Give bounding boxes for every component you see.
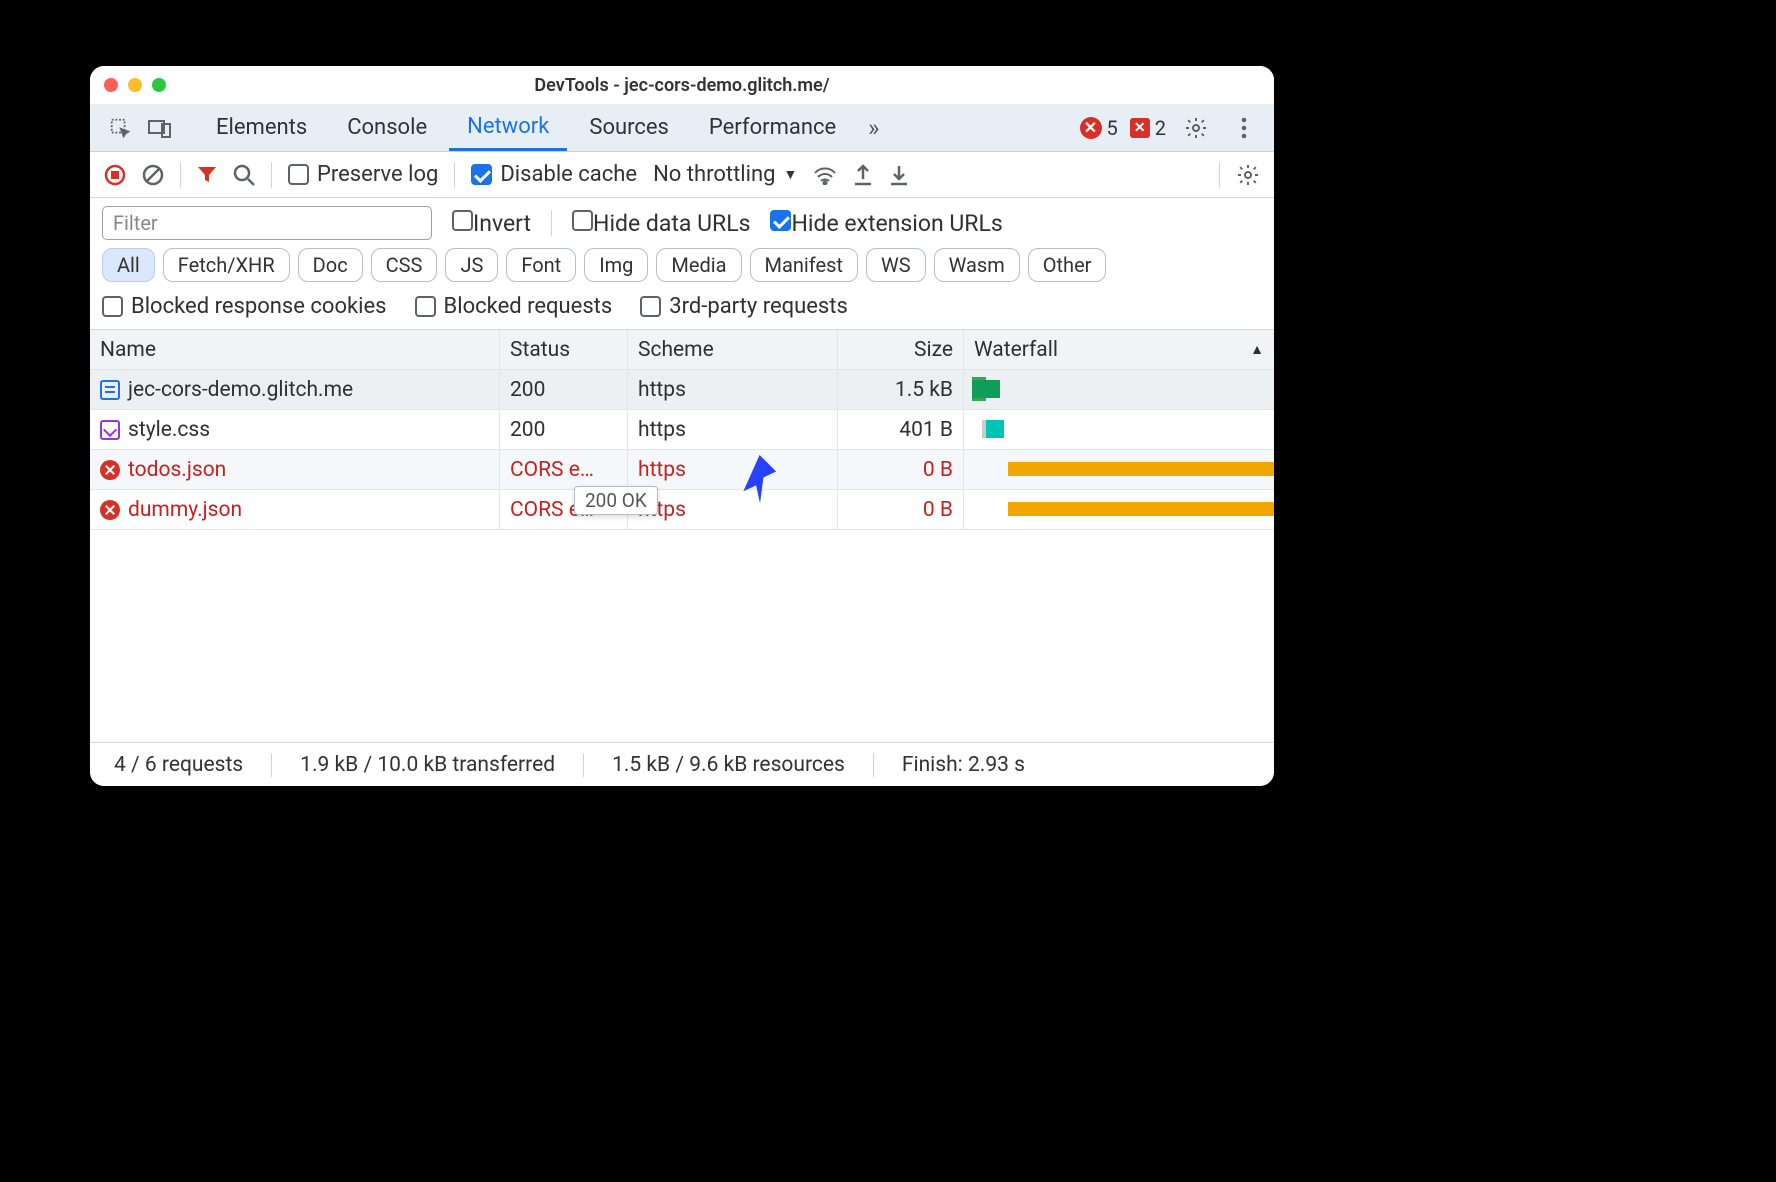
footer-transferred: 1.9 kB / 10.0 kB transferred (300, 753, 555, 777)
blocked-requests-checkbox[interactable]: Blocked requests (415, 294, 613, 319)
clear-button[interactable] (142, 164, 164, 186)
filter-icon[interactable] (197, 165, 217, 185)
resource-type-filter: All Fetch/XHR Doc CSS JS Font Img Media … (90, 246, 1274, 292)
request-table: Name Status Scheme Size Waterfall ▲ jec-… (90, 329, 1274, 530)
col-status[interactable]: Status (500, 330, 628, 369)
third-party-checkbox[interactable]: 3rd-party requests (640, 294, 848, 319)
table-row[interactable]: jec-cors-demo.glitch.me 200 https 1.5 kB (90, 370, 1274, 410)
filter-pill-css[interactable]: CSS (371, 248, 438, 282)
status-footer: 4 / 6 requests 1.9 kB / 10.0 kB transfer… (90, 742, 1274, 786)
error-icon (100, 460, 120, 480)
waterfall-bar (1008, 462, 1274, 476)
table-row[interactable]: todos.json CORS e… https 0 B (90, 450, 1274, 490)
filter-pill-other[interactable]: Other (1028, 248, 1107, 282)
filter-pill-wasm[interactable]: Wasm (934, 248, 1020, 282)
footer-finish: Finish: 2.93 s (902, 753, 1025, 777)
more-tabs-icon[interactable]: » (868, 114, 879, 142)
errors-counter[interactable]: ✕ 5 (1080, 116, 1118, 140)
tab-performance[interactable]: Performance (691, 104, 854, 151)
col-scheme[interactable]: Scheme (628, 330, 838, 369)
blocked-cookies-checkbox[interactable]: Blocked response cookies (102, 294, 387, 319)
settings-icon[interactable] (1178, 110, 1214, 146)
preserve-log-checkbox[interactable]: Preserve log (288, 162, 438, 187)
record-button[interactable] (104, 164, 126, 186)
issues-counter[interactable]: ✕ 2 (1130, 116, 1166, 140)
table-row[interactable]: style.css 200 https 401 B (90, 410, 1274, 450)
inspect-element-icon[interactable] (102, 110, 138, 146)
devtools-tabbar: Elements Console Network Sources Perform… (90, 104, 1274, 152)
footer-resources: 1.5 kB / 9.6 kB resources (612, 753, 845, 777)
waterfall-bar (972, 380, 1000, 398)
network-settings-icon[interactable] (1236, 163, 1260, 187)
filter-input[interactable]: Filter (102, 206, 432, 240)
network-toolbar: Preserve log Disable cache No throttling… (90, 152, 1274, 198)
checkbox-icon (288, 164, 309, 185)
export-har-icon[interactable] (853, 164, 873, 186)
filter-pill-ws[interactable]: WS (866, 248, 926, 282)
filter-pill-media[interactable]: Media (656, 248, 741, 282)
tab-network[interactable]: Network (449, 104, 567, 151)
filter-row: Filter Invert Hide data URLs Hide extens… (90, 198, 1274, 246)
issue-icon: ✕ (1130, 118, 1150, 138)
stylesheet-icon (100, 420, 120, 440)
tab-elements[interactable]: Elements (198, 104, 325, 151)
col-size[interactable]: Size (838, 330, 964, 369)
chevron-down-icon: ▼ (783, 166, 797, 183)
filter-pill-img[interactable]: Img (584, 248, 648, 282)
checkbox-checked-icon (471, 164, 492, 185)
table-row[interactable]: dummy.json CORS e… https 0 B (90, 490, 1274, 530)
import-har-icon[interactable] (889, 164, 909, 186)
hide-data-urls-checkbox[interactable]: Hide data URLs (572, 210, 750, 237)
footer-requests: 4 / 6 requests (114, 753, 243, 777)
search-icon[interactable] (233, 164, 255, 186)
status-tooltip: 200 OK (574, 486, 658, 515)
device-toolbar-icon[interactable] (142, 110, 178, 146)
invert-checkbox[interactable]: Invert (452, 210, 531, 237)
waterfall-bar (1008, 502, 1274, 516)
tab-sources[interactable]: Sources (571, 104, 687, 151)
filter-pill-js[interactable]: JS (445, 248, 498, 282)
titlebar: DevTools - jec-cors-demo.glitch.me/ (90, 66, 1274, 104)
kebab-menu-icon[interactable] (1226, 110, 1262, 146)
error-icon: ✕ (1080, 117, 1102, 139)
filter-pill-all[interactable]: All (102, 248, 155, 282)
col-name[interactable]: Name (90, 330, 500, 369)
devtools-window: DevTools - jec-cors-demo.glitch.me/ Elem… (90, 66, 1274, 786)
table-header: Name Status Scheme Size Waterfall ▲ (90, 330, 1274, 370)
throttling-select[interactable]: No throttling ▼ (653, 162, 797, 187)
col-waterfall[interactable]: Waterfall ▲ (964, 330, 1274, 369)
network-conditions-icon[interactable] (813, 165, 837, 185)
extra-filters: Blocked response cookies Blocked request… (90, 292, 1274, 329)
waterfall-bar (982, 420, 1004, 438)
annotation-arrow-icon (730, 452, 786, 514)
window-title: DevTools - jec-cors-demo.glitch.me/ (90, 75, 1274, 96)
sort-icon: ▲ (1250, 341, 1264, 358)
disable-cache-checkbox[interactable]: Disable cache (471, 162, 637, 187)
filter-pill-doc[interactable]: Doc (298, 248, 363, 282)
document-icon (100, 380, 120, 400)
filter-pill-font[interactable]: Font (506, 248, 576, 282)
tab-console[interactable]: Console (329, 104, 445, 151)
error-icon (100, 500, 120, 520)
hide-extension-urls-checkbox[interactable]: Hide extension URLs (770, 210, 1002, 237)
filter-pill-fetch[interactable]: Fetch/XHR (163, 248, 290, 282)
filter-pill-manifest[interactable]: Manifest (750, 248, 858, 282)
